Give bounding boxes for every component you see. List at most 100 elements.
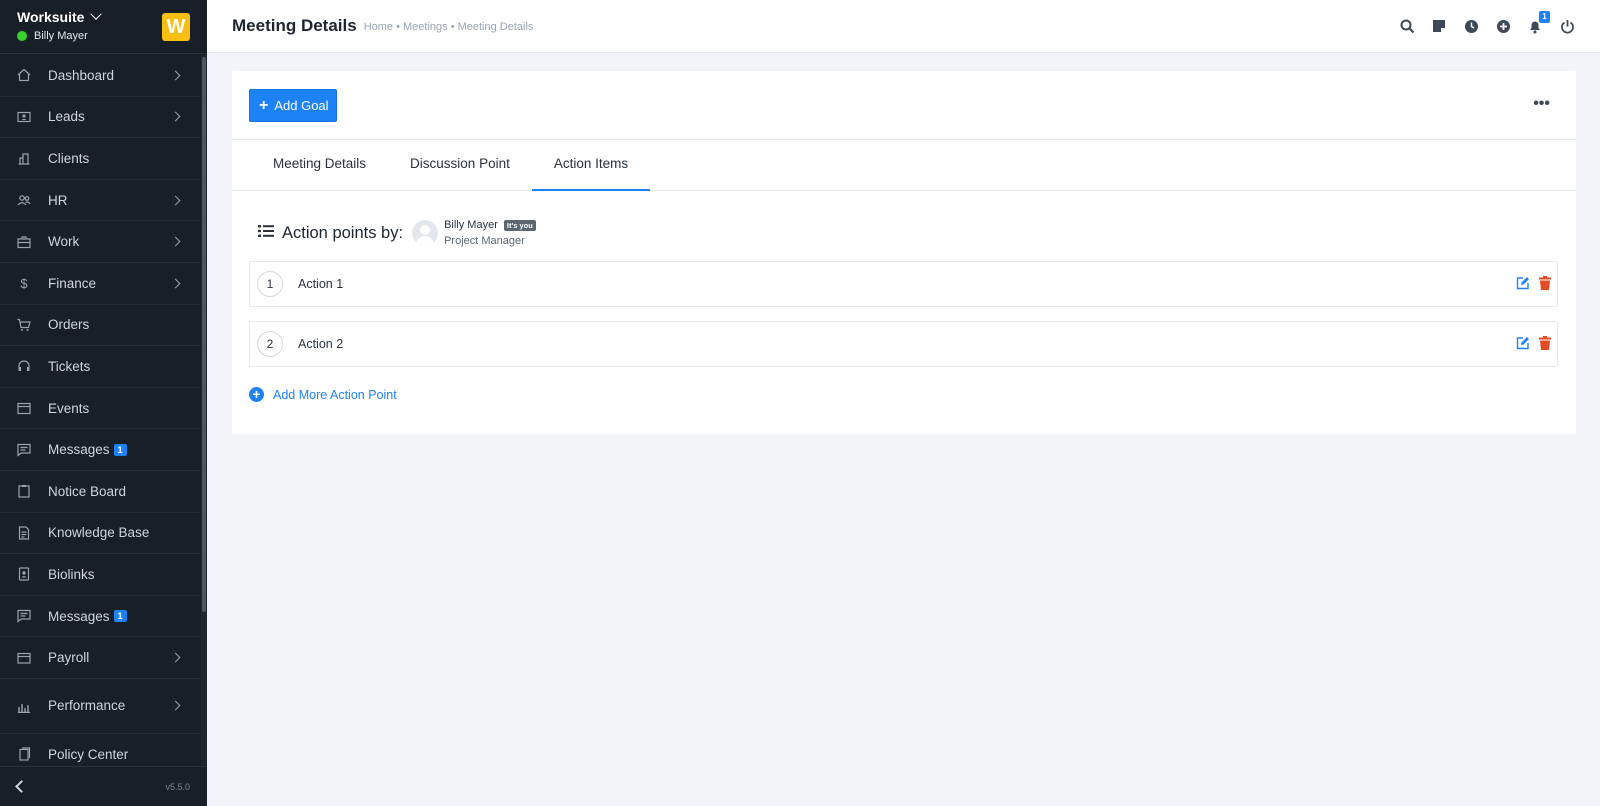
action-points-title: Action points by: [282, 223, 404, 242]
sidebar-item-biolinks[interactable]: Biolinks [0, 554, 201, 596]
unread-badge: 1 [113, 610, 127, 623]
chevron-right-icon [170, 111, 181, 122]
sidebar-item-performance[interactable]: Performance [0, 679, 201, 734]
sidebar-item-label: Messages [48, 442, 110, 458]
meeting-tabs: Meeting Details Discussion Point Action … [232, 140, 1576, 191]
owner-name-row: Billy Mayer It's you [444, 219, 536, 231]
clock-icon[interactable] [1462, 17, 1480, 35]
sidebar-item-events[interactable]: Events [0, 388, 201, 430]
contact-card-icon [17, 110, 31, 124]
sidebar-item-dashboard[interactable]: Dashboard [0, 55, 201, 97]
sidebar-item-clients[interactable]: Clients [0, 138, 201, 180]
sidebar-item-label: Orders [48, 317, 90, 333]
sidebar-item-messages[interactable]: Messages 1 [0, 596, 201, 638]
company-logo[interactable]: W [162, 13, 190, 41]
sidebar-item-tickets[interactable]: Tickets [0, 346, 201, 388]
notification-count-badge: 1 [1539, 11, 1550, 23]
sidebar-item-label: Tickets [48, 358, 91, 374]
add-goal-label: Add Goal [274, 98, 329, 113]
add-more-label: Add More Action Point [273, 387, 397, 402]
chevron-right-icon [170, 236, 181, 247]
tab-action-items[interactable]: Action Items [531, 140, 651, 191]
sidebar-item-hr[interactable]: HR [0, 180, 201, 222]
owner-role: Project Manager [444, 235, 525, 247]
sidebar-item-policy-center[interactable]: Policy Center [0, 734, 201, 765]
delete-icon[interactable] [1539, 276, 1551, 295]
add-more-action-point-link[interactable]: + Add More Action Point [249, 387, 397, 402]
sidebar-scrollbar[interactable] [201, 55, 207, 765]
sidebar-item-label: Messages [48, 608, 110, 624]
bar-chart-icon [17, 699, 31, 713]
power-icon[interactable] [1558, 17, 1576, 35]
chat-icon [17, 609, 31, 623]
tab-discussion-point[interactable]: Discussion Point [388, 140, 532, 191]
sidebar-item-label: Clients [48, 150, 90, 166]
dollar-icon: $ [20, 275, 28, 291]
scrollbar-thumb[interactable] [202, 57, 206, 612]
sidebar-item-payroll[interactable]: Payroll [0, 637, 201, 679]
sidebar-item-label: Notice Board [48, 483, 127, 499]
building-icon [17, 151, 31, 166]
sidebar-item-label: Payroll [48, 650, 90, 666]
action-row: 1 Action 1 [249, 261, 1558, 307]
sidebar: Worksuite Billy Mayer W Dashboard Leads … [0, 0, 207, 806]
list-icon [258, 224, 274, 243]
plus-icon: + [259, 96, 269, 114]
calendar-icon [17, 401, 31, 415]
sidebar-item-finance[interactable]: $ Finance [0, 263, 201, 305]
sidebar-item-work[interactable]: Work [0, 221, 201, 263]
card-toolbar: + Add Goal ••• [232, 71, 1576, 140]
avatar [412, 220, 439, 246]
plus-circle-icon: + [249, 387, 264, 402]
app-version: v5.5.0 [165, 781, 190, 792]
delete-icon[interactable] [1539, 336, 1551, 355]
edit-icon[interactable] [1516, 276, 1530, 295]
sidebar-item-label: Knowledge Base [48, 525, 150, 541]
briefcase-icon [17, 235, 31, 249]
add-goal-button[interactable]: + Add Goal [249, 89, 337, 122]
sidebar-item-label: Biolinks [48, 566, 95, 582]
people-icon [17, 193, 31, 207]
unread-badge: 1 [113, 443, 127, 456]
sidebar-item-label: Events [48, 400, 90, 416]
current-user-name: Billy Mayer [34, 30, 88, 42]
sidebar-item-label: HR [48, 192, 68, 208]
sidebar-item-messages[interactable]: Messages 1 [0, 429, 201, 471]
sidebar-item-notice-board[interactable]: Notice Board [0, 471, 201, 513]
header-actions: 1 [1398, 11, 1576, 35]
clipboard-icon [17, 484, 31, 498]
sticky-note-icon[interactable] [1430, 17, 1448, 35]
chat-icon [17, 443, 31, 457]
sidebar-header: Worksuite Billy Mayer W [0, 0, 207, 54]
action-points-header: Action points by: Billy Mayer It's you P… [258, 219, 1576, 247]
cart-icon [17, 318, 31, 332]
sidebar-menu: Dashboard Leads Clients HR Work $ Financ… [0, 55, 201, 765]
chevron-right-icon [170, 652, 181, 663]
chevron-right-icon [170, 70, 181, 81]
tab-meeting-details[interactable]: Meeting Details [251, 140, 388, 191]
sidebar-item-leads[interactable]: Leads [0, 97, 201, 139]
collapse-sidebar-icon[interactable] [15, 780, 28, 793]
sidebar-item-orders[interactable]: Orders [0, 305, 201, 347]
sidebar-item-label: Dashboard [48, 67, 115, 83]
more-options-icon[interactable]: ••• [1533, 95, 1550, 113]
wallet-icon [17, 651, 31, 665]
action-row-controls [1516, 276, 1551, 295]
action-number: 2 [257, 331, 283, 357]
chevron-right-icon [170, 278, 181, 289]
sidebar-item-knowledge-base[interactable]: Knowledge Base [0, 513, 201, 555]
breadcrumb[interactable]: Home • Meetings • Meeting Details [364, 21, 534, 33]
sidebar-item-label: Work [48, 234, 80, 250]
action-text: Action 1 [298, 277, 344, 291]
its-you-badge: It's you [503, 219, 536, 231]
files-icon [17, 747, 31, 761]
notification-bell-icon[interactable]: 1 [1526, 11, 1550, 35]
chevron-right-icon [170, 700, 181, 711]
edit-icon[interactable] [1516, 336, 1530, 355]
add-circle-icon[interactable] [1494, 17, 1512, 35]
online-status-icon [17, 31, 27, 41]
search-icon[interactable] [1398, 17, 1416, 35]
company-name: Worksuite [17, 9, 85, 25]
owner-name[interactable]: Billy Mayer [444, 219, 498, 231]
document-icon [17, 526, 31, 540]
